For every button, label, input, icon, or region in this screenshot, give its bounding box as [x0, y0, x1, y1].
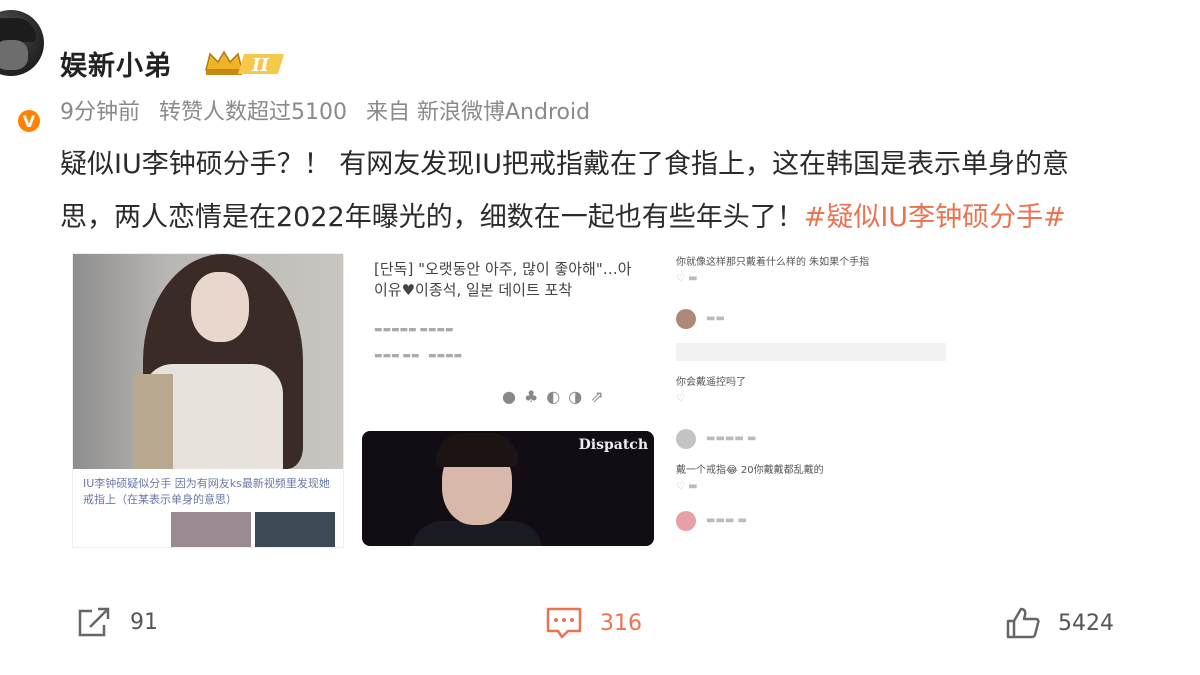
post-text-line-1: 疑似IU李钟硕分手？！ 有网友发现IU把戒指戴在了食指上，这在韩国是表示单身的意 — [60, 149, 1070, 180]
comment-icon — [546, 607, 582, 639]
man-photo: Dispatch — [362, 431, 654, 546]
photo-hair-shape — [436, 433, 518, 467]
post-image-2[interactable]: [단독] "오랫동안 아주, 많이 좋아해"…아이유♥이종석, 일본 데이트 포… — [362, 253, 654, 546]
share-button[interactable]: 91 — [76, 605, 158, 639]
commenter-avatar-2 — [676, 429, 696, 449]
news-date-line: ▬▬▬▬▬ ▬▬▬▬ — [374, 325, 454, 335]
comment-row-3: 戴一个戒指😂 20你戴戴都乱戴的 — [676, 465, 824, 476]
commenter-name-3: ▬▬▬ ▬ — [706, 515, 747, 526]
user-avatar[interactable] — [0, 10, 44, 76]
comment-count: 316 — [600, 610, 642, 636]
like-button[interactable]: 5424 — [1004, 605, 1114, 641]
avatar-face-shape — [0, 40, 28, 70]
post-text-line-2-content: 思，两人恋情是在2022年曝光的，细数在一起也有些年头了！ — [60, 202, 804, 233]
verified-icon: V — [16, 108, 42, 134]
svg-text:II: II — [251, 55, 269, 76]
post-image-3[interactable]: 你就像这样那只戴着什么样的 朱如果个手指 ♡ ▬ ▬▬ 你会戴遥控吗了 ♡ ▬▬… — [666, 253, 956, 546]
post-text-line-2: 思，两人恋情是在2022年曝光的，细数在一起也有些年头了！#疑似IU李钟硕分手# — [60, 191, 1200, 244]
image1-caption: IU李钟硕疑似分手 因为有网友ks最新视频里发现她 戒指上（在某表示单身的意思） — [83, 477, 330, 506]
photo-jacket-shape — [133, 374, 173, 469]
dispatch-logo: Dispatch — [578, 437, 648, 453]
news-byline: ▬▬▬ ▬▬ ▬▬▬▬ — [374, 351, 462, 361]
comment-row-2-like: ♡ — [676, 393, 685, 404]
post-body: 疑似IU李钟硕分手？！ 有网友发现IU把戒指戴在了食指上，这在韩国是表示单身的意… — [60, 138, 1200, 244]
repost-like-note: 转赞人数超过5100 — [159, 100, 347, 125]
image1-thumb-2 — [255, 512, 335, 547]
commenter-name-1: ▬▬ — [706, 313, 725, 324]
comment-row-1: 你就像这样那只戴着什么样的 朱如果个手指 — [676, 257, 870, 268]
commenter-avatar-1 — [676, 309, 696, 329]
post-meta: 9分钟前 转赞人数超过5100 来自 新浪微博Android — [60, 94, 602, 126]
avatar-hat-shape — [0, 18, 36, 42]
comment-quote-bar — [676, 343, 946, 361]
commenter-name-2: ▬▬▬▬ ▬ — [706, 433, 757, 444]
commenter-avatar-3 — [676, 511, 696, 531]
hashtag-link[interactable]: #疑似IU李钟硕分手# — [804, 202, 1066, 233]
photo-face-shape — [191, 272, 249, 342]
news-share-icons: ●♣◐◑⇗ — [502, 387, 612, 406]
like-count: 5424 — [1058, 610, 1114, 636]
comment-row-1-like: ♡ ▬ — [676, 273, 698, 284]
comment-button[interactable]: 316 — [544, 605, 642, 641]
news-headline: [단독] "오랫동안 아주, 많이 좋아해"…아이유♥이종석, 일본 데이트 포… — [374, 260, 632, 299]
image1-thumb-1 — [171, 512, 251, 547]
woman-photo — [73, 254, 343, 469]
crown-badge-icon[interactable]: II — [204, 48, 288, 78]
username[interactable]: 娱新小弟 — [60, 44, 172, 83]
post-image-1[interactable]: IU李钟硕疑似分手 因为有网友ks最新视频里发现她 戒指上（在某表示单身的意思） — [72, 253, 344, 548]
comment-row-2: 你会戴遥控吗了 — [676, 377, 746, 388]
comment-row-3-like: ♡ ▬ — [676, 481, 698, 492]
share-count: 91 — [130, 609, 158, 635]
post-source: 来自 新浪微博Android — [366, 100, 591, 125]
post-time[interactable]: 9分钟前 — [60, 100, 140, 125]
share-icon — [78, 607, 110, 637]
like-icon — [1006, 607, 1040, 639]
